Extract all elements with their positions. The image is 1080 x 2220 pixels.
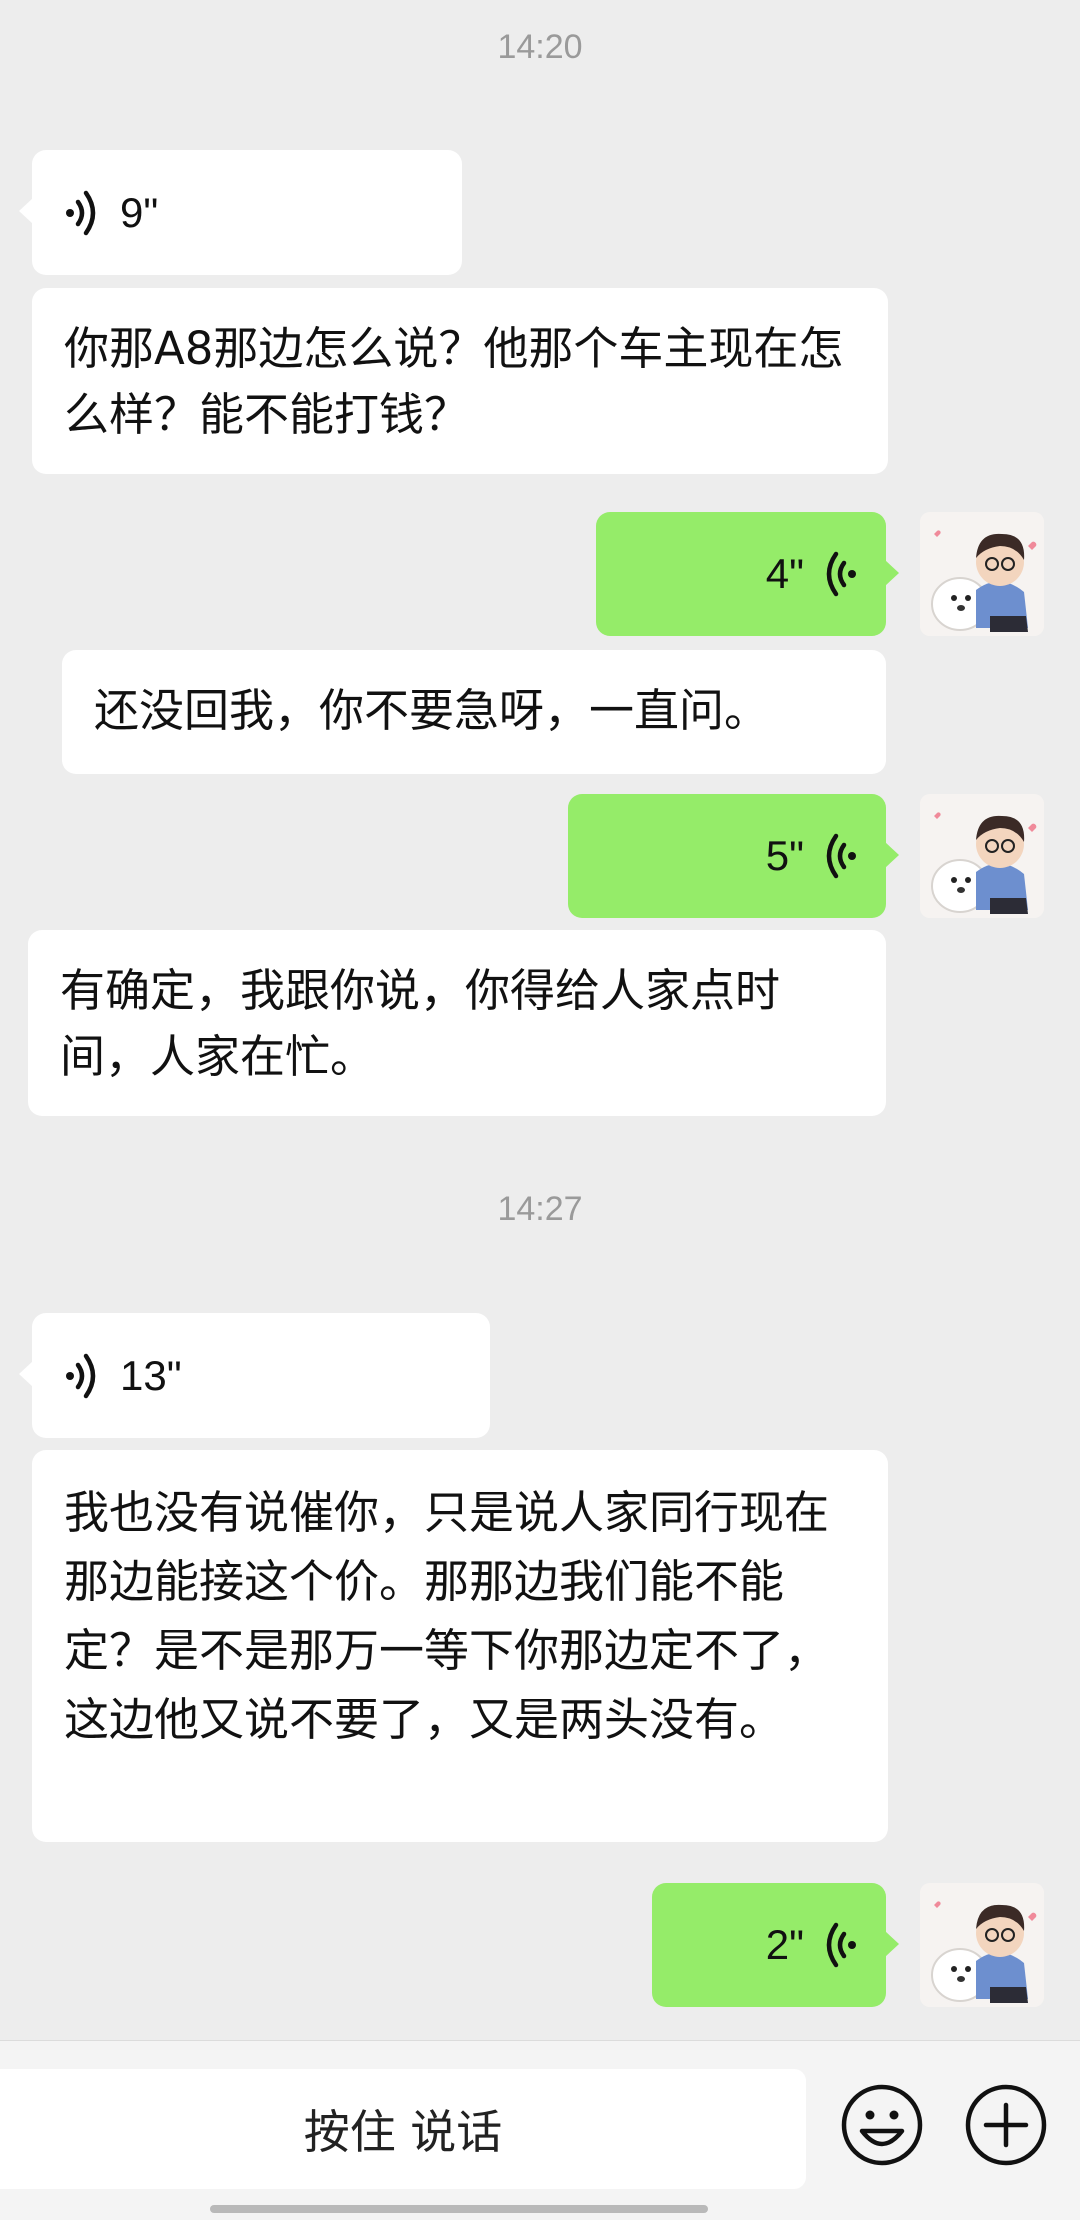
message-text: 还没回我，你不要急呀，一直问。 — [94, 684, 770, 737]
incoming-text-message[interactable]: 还没回我，你不要急呀，一直问。 — [62, 650, 886, 774]
voice-wave-icon — [826, 833, 856, 879]
voice-duration: 4" — [765, 550, 804, 597]
avatar-illustration — [920, 794, 1044, 918]
incoming-text-message[interactable]: 你那A8那边怎么说？他那个车主现在怎么样？能不能打钱？ — [32, 288, 888, 474]
emoji-button[interactable] — [840, 2083, 924, 2167]
voice-duration: 2" — [765, 1921, 804, 1968]
avatar-illustration — [920, 1883, 1044, 2007]
message-text: 我也没有说催你，只是说人家同行现在那边能接这个价。那那边我们能不能定？是不是那万… — [64, 1486, 830, 1746]
incoming-voice-message[interactable]: 9" — [19, 150, 462, 275]
incoming-voice-message[interactable]: 13" — [19, 1313, 490, 1438]
incoming-text-message[interactable]: 有确定，我跟你说，你得给人家点时间，人家在忙。 — [28, 930, 886, 1116]
plus-circle-icon — [965, 2084, 1047, 2166]
outgoing-voice-message[interactable]: 4" — [596, 512, 899, 636]
user-avatar[interactable] — [920, 794, 1044, 918]
more-options-button[interactable] — [964, 2083, 1048, 2167]
voice-wave-icon — [826, 551, 856, 597]
chat-input-bar: 按住 说话 — [0, 2040, 1080, 2220]
voice-duration: 9" — [120, 188, 159, 236]
voice-wave-icon — [826, 1922, 856, 1968]
hold-to-talk-button[interactable]: 按住 说话 — [0, 2069, 806, 2189]
user-avatar[interactable] — [920, 1883, 1044, 2007]
outgoing-voice-message[interactable]: 2" — [652, 1883, 899, 2007]
chat-message-list[interactable]: 14:20 9" 你那A8那边怎么说？他那个车主现在怎么样？能不能打钱？ 4" — [0, 0, 1080, 2040]
home-indicator — [210, 2205, 708, 2213]
voice-duration: 5" — [765, 832, 804, 879]
timestamp: 14:20 — [497, 28, 583, 66]
avatar-illustration — [920, 512, 1044, 636]
smiley-face-icon — [841, 2084, 923, 2166]
outgoing-voice-message[interactable]: 5" — [568, 794, 899, 918]
timestamp: 14:27 — [497, 1190, 583, 1228]
voice-duration: 13" — [120, 1351, 182, 1399]
voice-wave-icon — [66, 1353, 96, 1398]
voice-wave-icon — [66, 190, 96, 235]
message-text: 有确定，我跟你说，你得给人家点时间，人家在忙。 — [60, 964, 781, 1083]
incoming-text-message[interactable]: 我也没有说催你，只是说人家同行现在那边能接这个价。那那边我们能不能定？是不是那万… — [32, 1450, 888, 1842]
user-avatar[interactable] — [920, 512, 1044, 636]
message-text: 你那A8那边怎么说？他那个车主现在怎么样？能不能打钱？ — [64, 322, 844, 441]
